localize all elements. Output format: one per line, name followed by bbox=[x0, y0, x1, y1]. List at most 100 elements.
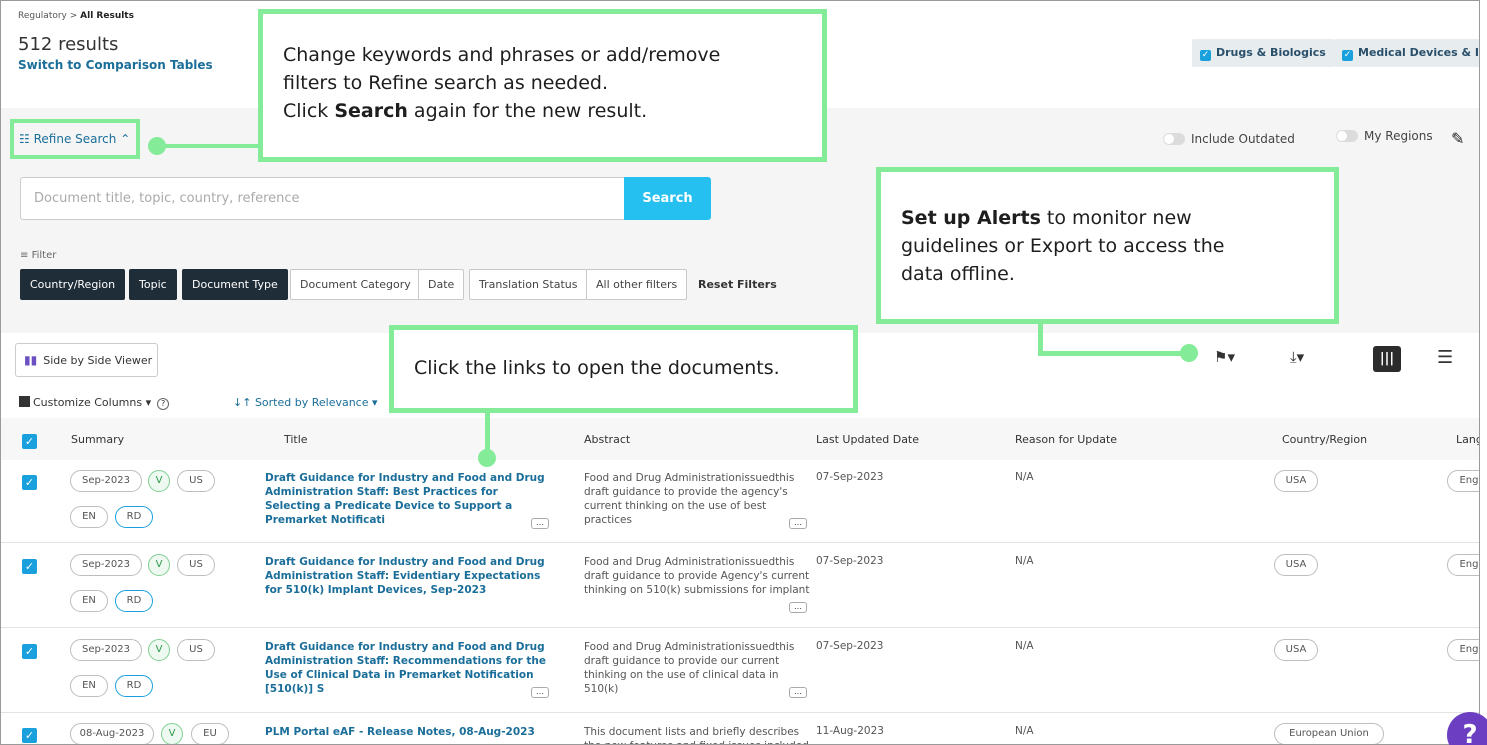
help-icon[interactable]: ? bbox=[157, 398, 170, 410]
reset-filters-button[interactable]: Reset Filters bbox=[698, 278, 777, 291]
results-count: 512 results bbox=[18, 34, 119, 55]
country-tag: USA bbox=[1274, 470, 1318, 492]
my-regions-toggle[interactable]: My Regions bbox=[1336, 129, 1433, 143]
date-tag: 08-Aug-2023 bbox=[70, 723, 154, 744]
region-tag: US bbox=[177, 639, 215, 661]
callout-refine-line-3: Click Search again for the new result. bbox=[283, 97, 800, 125]
rd-tag: RD bbox=[115, 506, 153, 528]
side-by-side-viewer-button[interactable]: ▮▮ Side by Side Viewer bbox=[15, 343, 158, 377]
row-checkbox[interactable]: ✓ bbox=[22, 728, 37, 743]
side-by-side-icon: ▮▮ bbox=[24, 353, 38, 367]
list-view-icon[interactable]: ☰ bbox=[1437, 347, 1453, 368]
more-icon[interactable]: … bbox=[531, 518, 549, 529]
filter-icon: ≡ bbox=[20, 250, 29, 261]
category-drugs-biologics[interactable]: ✓ Drugs & Biologics bbox=[1192, 39, 1334, 67]
last-updated-cell: 07-Sep-2023 bbox=[816, 471, 884, 483]
column-view-icon[interactable]: ||| bbox=[1373, 346, 1401, 372]
language-tag: EN bbox=[70, 675, 108, 697]
table-header bbox=[1, 418, 1479, 460]
rd-tag: RD bbox=[115, 675, 153, 697]
header-last-updated[interactable]: Last Updated Date bbox=[816, 433, 919, 446]
sort-dropdown[interactable]: ↓↑ Sorted by Relevance ▾ bbox=[233, 396, 378, 409]
pencil-icon[interactable]: ✎ bbox=[1451, 129, 1464, 148]
reason-cell: N/A bbox=[1015, 725, 1034, 737]
more-icon[interactable]: … bbox=[789, 687, 807, 698]
header-country[interactable]: Country/Region bbox=[1282, 433, 1367, 446]
language-cell: Eng bbox=[1447, 554, 1479, 576]
date-tag: Sep-2023 bbox=[70, 639, 142, 661]
abstract-text: Food and Drug Administrationissuedthis d… bbox=[584, 641, 795, 695]
callout-pointer-dot bbox=[1180, 344, 1198, 362]
switch-to-comparison-link[interactable]: Switch to Comparison Tables bbox=[18, 58, 213, 72]
more-icon[interactable]: … bbox=[531, 687, 549, 698]
filter-translation-status[interactable]: Translation Status bbox=[469, 269, 588, 300]
category-medical-devices[interactable]: ✓ Medical Devices & IVDs bbox=[1334, 39, 1479, 67]
abstract-text: Food and Drug Administrationissuedthis d… bbox=[584, 472, 795, 526]
document-title-link[interactable]: Draft Guidance for Industry and Food and… bbox=[265, 640, 550, 696]
breadcrumb-parent[interactable]: Regulatory bbox=[18, 11, 67, 21]
filter-document-category[interactable]: Document Category bbox=[290, 269, 421, 300]
abstract-text: This document lists and briefly describe… bbox=[584, 726, 809, 744]
select-all-checkbox[interactable]: ✓ bbox=[22, 434, 37, 449]
alert-icon[interactable]: ⚑▾ bbox=[1214, 348, 1235, 366]
search-input[interactable] bbox=[20, 177, 625, 220]
header-language[interactable]: Lang bbox=[1456, 433, 1479, 446]
filter-topic[interactable]: Topic bbox=[129, 269, 177, 300]
callout-connector bbox=[1038, 351, 1186, 356]
date-tag: Sep-2023 bbox=[70, 470, 142, 492]
header-summary[interactable]: Summary bbox=[71, 433, 124, 446]
document-title-link[interactable]: Draft Guidance for Industry and Food and… bbox=[265, 471, 550, 527]
date-tag: Sep-2023 bbox=[70, 554, 142, 576]
region-tag: US bbox=[177, 554, 215, 576]
callout-alerts-export: Set up Alerts to monitor new guidelines … bbox=[876, 167, 1339, 324]
row-divider bbox=[1, 712, 1479, 713]
category-label: Drugs & Biologics bbox=[1216, 46, 1326, 59]
country-tag: European Union bbox=[1274, 723, 1384, 744]
more-icon[interactable]: … bbox=[789, 518, 807, 529]
verified-tag: V bbox=[148, 639, 170, 661]
callout-text-bold: Set up Alerts bbox=[901, 207, 1041, 229]
callout-connector bbox=[160, 144, 260, 148]
side-by-side-label: Side by Side Viewer bbox=[43, 354, 153, 367]
header-title[interactable]: Title bbox=[284, 433, 308, 446]
row-divider bbox=[1, 542, 1479, 543]
callout-pointer-dot bbox=[148, 137, 166, 155]
reason-cell: N/A bbox=[1015, 640, 1034, 652]
include-outdated-toggle[interactable]: Include Outdated bbox=[1163, 132, 1295, 146]
callout-pointer-dot bbox=[478, 449, 496, 467]
columns-icon bbox=[19, 396, 30, 407]
filter-all-other[interactable]: All other filters bbox=[586, 269, 688, 300]
last-updated-cell: 07-Sep-2023 bbox=[816, 555, 884, 567]
callout-refine-search: Change keywords and phrases or add/remov… bbox=[258, 9, 827, 162]
customize-columns-button[interactable]: Customize Columns ▾? bbox=[19, 396, 170, 410]
callout-text-bold: Search bbox=[334, 100, 408, 122]
breadcrumb: Regulatory > All Results bbox=[18, 11, 134, 21]
row-checkbox[interactable]: ✓ bbox=[22, 475, 37, 490]
checkbox-checked-icon: ✓ bbox=[1342, 50, 1353, 61]
filter-date[interactable]: Date bbox=[418, 269, 465, 300]
callout-links-text: Click the links to open the documents. bbox=[414, 357, 780, 379]
filter-country-region[interactable]: Country/Region bbox=[20, 269, 126, 300]
toggle-switch[interactable] bbox=[1336, 130, 1358, 142]
verified-tag: V bbox=[148, 554, 170, 576]
export-icon[interactable]: ⤓▾ bbox=[1290, 348, 1304, 366]
verified-tag: V bbox=[148, 470, 170, 492]
callout-alerts-line-1: Set up Alerts to monitor new bbox=[901, 204, 1314, 232]
row-checkbox[interactable]: ✓ bbox=[22, 559, 37, 574]
document-title-link[interactable]: PLM Portal eAF - Release Notes, 08-Aug-2… bbox=[265, 725, 550, 739]
callout-alerts-line-2: guidelines or Export to access the bbox=[901, 235, 1225, 257]
document-title-link[interactable]: Draft Guidance for Industry and Food and… bbox=[265, 555, 550, 597]
header-reason[interactable]: Reason for Update bbox=[1015, 433, 1117, 446]
row-checkbox[interactable]: ✓ bbox=[22, 644, 37, 659]
toggle-switch[interactable] bbox=[1163, 133, 1185, 145]
callout-alerts-line-3: data offline. bbox=[901, 263, 1015, 285]
filter-label-text: Filter bbox=[31, 250, 57, 261]
filter-document-type[interactable]: Document Type bbox=[182, 269, 288, 300]
country-tag: USA bbox=[1274, 639, 1318, 661]
language-cell: Eng bbox=[1447, 470, 1479, 492]
search-button[interactable]: Search bbox=[624, 177, 711, 220]
more-icon[interactable]: … bbox=[789, 602, 807, 613]
toggle-label: My Regions bbox=[1364, 129, 1433, 143]
category-label: Medical Devices & IVDs bbox=[1358, 46, 1479, 59]
header-abstract[interactable]: Abstract bbox=[584, 433, 630, 446]
